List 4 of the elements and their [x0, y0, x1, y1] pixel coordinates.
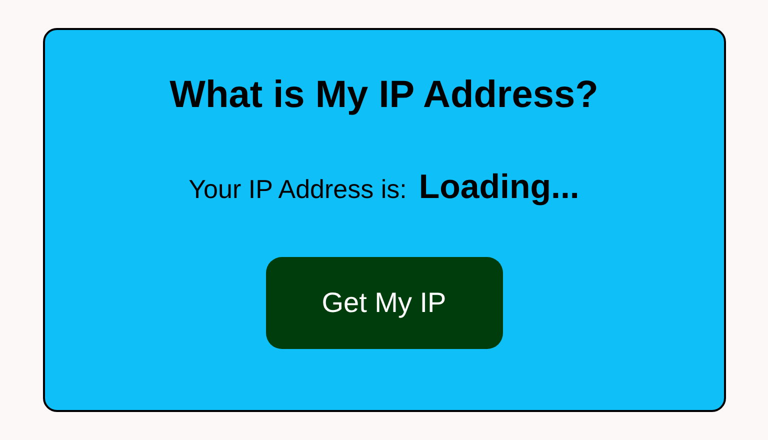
- page-title: What is My IP Address?: [170, 73, 598, 118]
- ip-value: Loading...: [418, 166, 580, 208]
- ip-label: Your IP Address is:: [188, 172, 407, 206]
- get-ip-button[interactable]: Get My IP: [266, 256, 502, 348]
